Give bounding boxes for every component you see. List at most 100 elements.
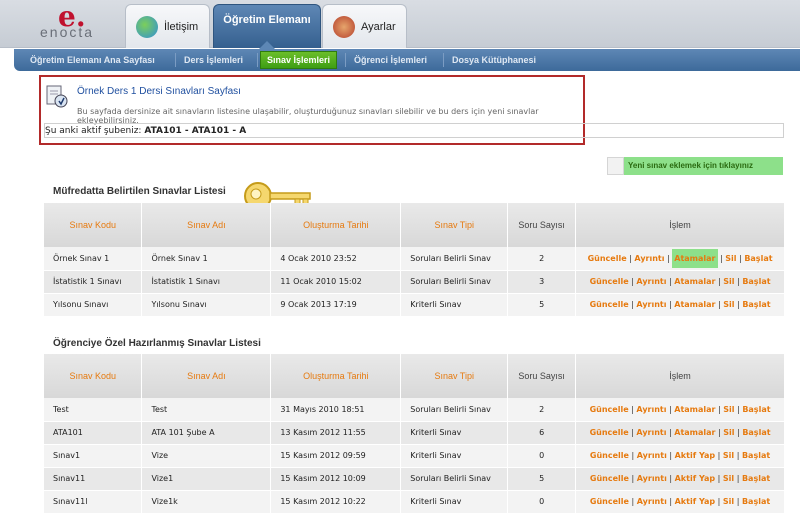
- delete-link[interactable]: Sil: [723, 451, 734, 460]
- subnav-item-dosya-kutuphanesi[interactable]: Dosya Kütüphanesi: [452, 55, 536, 65]
- table-header-row: Sınav Kodu Sınav Adı Oluşturma Tarihi Sı…: [44, 203, 785, 247]
- col-header-date: Oluşturma Tarihi: [270, 354, 402, 398]
- table-row: Sınav11l Vize1k 15 Kasım 2012 10:22 Kriterl…: [44, 490, 785, 514]
- delete-link[interactable]: Sil: [723, 277, 734, 286]
- cell-code: Örnek Sınav 1: [44, 247, 143, 271]
- update-link[interactable]: Güncelle: [590, 497, 629, 506]
- assign-link[interactable]: Aktif Yap: [675, 474, 716, 483]
- cell-type: Kriterli Sınav: [400, 293, 509, 317]
- assign-link[interactable]: Atamalar: [674, 300, 715, 309]
- col-header-type: Sınav Tipi: [400, 203, 509, 247]
- table-row: Sınav11 Vize1 15 Kasım 2012 10:09 Soruları …: [44, 467, 785, 491]
- update-link[interactable]: Güncelle: [590, 428, 629, 437]
- detail-link[interactable]: Ayrıntı: [636, 428, 666, 437]
- logo-text: enocta: [40, 24, 95, 40]
- cell-actions: Güncelle | Ayrıntı | Atamalar | Sil | Ba…: [575, 270, 785, 294]
- update-link[interactable]: Güncelle: [590, 277, 629, 286]
- assign-link[interactable]: Atamalar: [674, 428, 715, 437]
- update-link[interactable]: Güncelle: [588, 254, 627, 263]
- table-row: İstatistik 1 Sınavı İstatistik 1 Sınavı 11…: [44, 270, 785, 294]
- table-row: Örnek Sınav 1 Örnek Sınav 14 Ocak 2010 23…: [44, 247, 785, 271]
- cell-actions: Güncelle | Ayrıntı | Aktif Yap | Sil | B…: [575, 490, 785, 514]
- tab-label: Öğretim Elemanı: [223, 14, 311, 26]
- separator: |: [666, 497, 675, 506]
- cell-count: 2: [507, 398, 577, 422]
- col-header-count: Soru Sayısı: [507, 203, 577, 247]
- delete-link[interactable]: Sil: [723, 300, 734, 309]
- start-link[interactable]: Başlat: [742, 474, 770, 483]
- start-link[interactable]: Başlat: [744, 254, 772, 263]
- assign-link[interactable]: Aktif Yap: [675, 451, 716, 460]
- separator: |: [628, 451, 637, 460]
- subnav-item-ders-islemleri[interactable]: Ders İşlemleri: [184, 55, 243, 65]
- delete-link[interactable]: Sil: [725, 254, 736, 263]
- start-link[interactable]: Başlat: [742, 277, 770, 286]
- delete-link[interactable]: Sil: [723, 497, 734, 506]
- start-link[interactable]: Başlat: [742, 428, 770, 437]
- update-link[interactable]: Güncelle: [590, 300, 629, 309]
- col-header-name: Sınav Adı: [141, 203, 272, 247]
- enocta-logo[interactable]: e. enocta: [40, 0, 110, 42]
- cell-name: Vize1k: [141, 490, 272, 514]
- document-icon: [46, 85, 68, 108]
- new-exam-checkbox[interactable]: [607, 157, 624, 175]
- detail-link[interactable]: Ayrıntı: [634, 254, 664, 263]
- table-row: Test Test 31 Mayıs 2010 18:51 Soruları Beli…: [44, 398, 785, 422]
- detail-link[interactable]: Ayrıntı: [637, 497, 667, 506]
- cell-actions: Güncelle | Ayrıntı | Atamalar | Sil | Ba…: [575, 247, 785, 271]
- separator: |: [734, 451, 742, 460]
- assign-link[interactable]: Atamalar: [674, 277, 715, 286]
- col-header-action: İşlem: [575, 354, 785, 398]
- section-title-ozel: Öğrenciye Özel Hazırlanmış Sınavlar List…: [53, 338, 261, 349]
- detail-link[interactable]: Ayrıntı: [636, 405, 666, 414]
- cell-type: Soruları Belirli Sınav: [400, 467, 509, 491]
- col-header-date: Oluşturma Tarihi: [270, 203, 402, 247]
- new-exam-button[interactable]: Yeni sınav eklemek için tıklayınız: [607, 157, 783, 175]
- detail-link[interactable]: Ayrıntı: [637, 474, 667, 483]
- assign-link[interactable]: Atamalar: [674, 405, 715, 414]
- table-row: ATA101 ATA 101 Şube A 13 Kasım 2012 11:55 K…: [44, 421, 785, 445]
- tab-ayarlar[interactable]: Ayarlar: [322, 4, 407, 48]
- cell-code: Yılsonu Sınavı: [44, 293, 143, 317]
- tab-iletisim[interactable]: İletişim: [125, 4, 210, 48]
- new-exam-label[interactable]: Yeni sınav eklemek için tıklayınız: [624, 157, 783, 175]
- cell-name: Vize: [141, 444, 272, 468]
- start-link[interactable]: Başlat: [742, 497, 770, 506]
- cell-count: 0: [507, 444, 577, 468]
- assign-link[interactable]: Aktif Yap: [675, 497, 716, 506]
- assign-link[interactable]: Atamalar: [672, 248, 718, 268]
- cell-date: 9 Ocak 2013 17:19: [270, 293, 402, 317]
- detail-link[interactable]: Ayrıntı: [636, 277, 666, 286]
- settings-gear-icon: [333, 15, 355, 38]
- subnav-item-sinav-islemleri[interactable]: Sınav İşlemleri: [260, 51, 338, 69]
- start-link[interactable]: Başlat: [742, 451, 770, 460]
- subnav-item-ogrenci-islemleri[interactable]: Öğrenci İşlemleri: [354, 55, 427, 65]
- cell-actions: Güncelle | Ayrıntı | Atamalar | Sil | Ba…: [575, 398, 785, 422]
- top-header: e. enocta İletişim Öğretim Elemanı Ayarl…: [0, 0, 800, 49]
- start-link[interactable]: Başlat: [742, 405, 770, 414]
- delete-link[interactable]: Sil: [723, 428, 734, 437]
- detail-link[interactable]: Ayrıntı: [637, 451, 667, 460]
- cell-type: Kriterli Sınav: [400, 490, 509, 514]
- branch-label: Şu anki aktif şubeniz:: [45, 126, 142, 136]
- tab-ogretim-elemani[interactable]: Öğretim Elemanı: [213, 4, 321, 49]
- cell-actions: Güncelle | Ayrıntı | Aktif Yap | Sil | B…: [575, 444, 785, 468]
- cell-code: Test: [44, 398, 143, 422]
- cell-count: 2: [507, 247, 577, 271]
- detail-link[interactable]: Ayrıntı: [636, 300, 666, 309]
- update-link[interactable]: Güncelle: [590, 474, 629, 483]
- sub-navigation: Öğretim Elemanı Ana Sayfası Ders İşlemle…: [14, 49, 800, 71]
- update-link[interactable]: Güncelle: [590, 451, 629, 460]
- start-link[interactable]: Başlat: [742, 300, 770, 309]
- update-link[interactable]: Güncelle: [590, 405, 629, 414]
- cell-type: Soruları Belirli Sınav: [400, 398, 509, 422]
- cell-count: 6: [507, 421, 577, 445]
- delete-link[interactable]: Sil: [723, 474, 734, 483]
- separator: |: [715, 474, 723, 483]
- cell-actions: Güncelle | Ayrıntı | Aktif Yap | Sil | B…: [575, 467, 785, 491]
- cell-type: Soruları Belirli Sınav: [400, 247, 509, 271]
- subnav-item-ana-sayfa[interactable]: Öğretim Elemanı Ana Sayfası: [30, 55, 155, 65]
- cell-name: Test: [141, 398, 272, 422]
- delete-link[interactable]: Sil: [723, 405, 734, 414]
- table-row: Yılsonu Sınavı Yılsonu Sınavı 9 Ocak 2013 …: [44, 293, 785, 317]
